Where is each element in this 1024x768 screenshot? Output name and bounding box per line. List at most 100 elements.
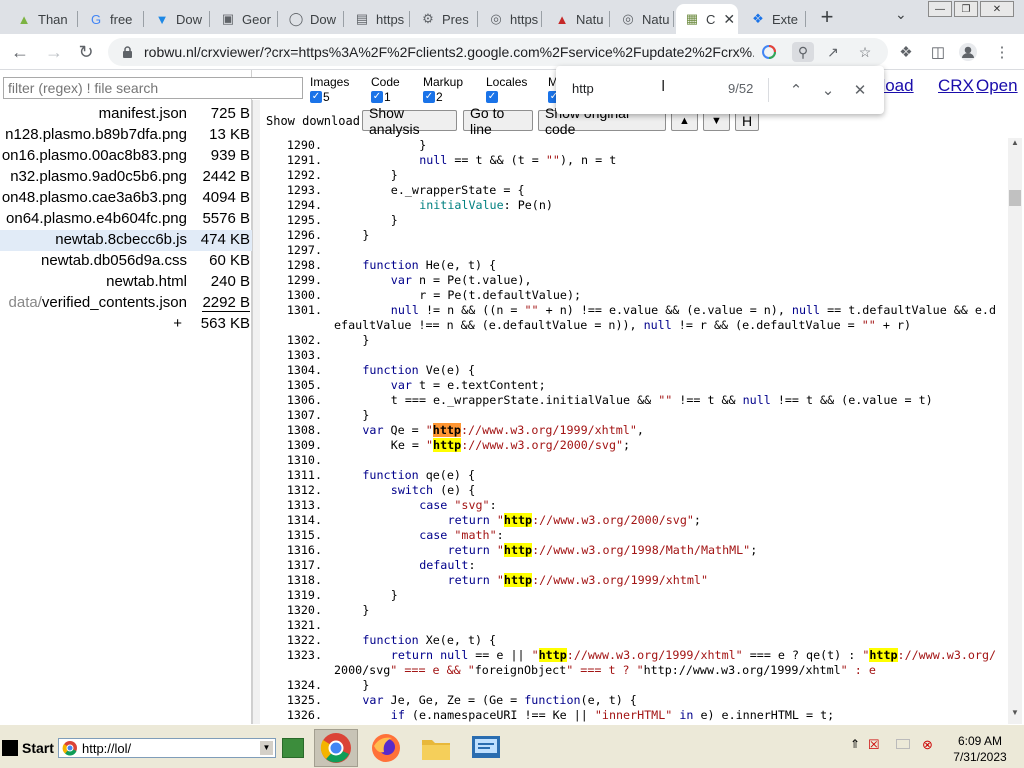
file-name: on64.plasmo.e4b604fc.png <box>6 210 187 227</box>
forward-icon[interactable]: → <box>42 40 66 64</box>
new-tab-button[interactable]: + <box>815 4 839 29</box>
volume-error-icon[interactable]: ⊗ <box>922 737 933 753</box>
code-text: t === e._wrapperState.initialValue && ""… <box>390 393 933 407</box>
file-list-item[interactable]: newtab.db056d9a.css 60 KB <box>0 251 252 272</box>
reload-icon[interactable]: ↻ <box>74 40 98 64</box>
tab-close-icon[interactable]: ✕ <box>723 11 735 28</box>
start-button[interactable]: Start <box>2 737 54 759</box>
line-number: 1316. <box>286 543 322 557</box>
find-close-icon[interactable]: ✕ <box>848 78 872 102</box>
tab-9[interactable]: ▲ Natu <box>546 4 610 34</box>
code-line: 1322. function Xe(e, t) { <box>262 633 1007 648</box>
find-in-page-icon[interactable]: ⚲ <box>792 42 814 62</box>
file-list-item[interactable]: n128.plasmo.b89b7dfa.png 13 KB <box>0 125 252 146</box>
scroll-up-arrow-icon[interactable]: ▲ <box>1009 138 1021 150</box>
code-text: return "http://www.w3.org/2000/svg"; <box>447 513 701 527</box>
display-icon[interactable] <box>896 739 910 749</box>
panel-splitter[interactable] <box>252 100 260 724</box>
tab-1[interactable]: ▲ Than <box>8 4 78 34</box>
tab-4[interactable]: ▣ Geor <box>212 4 278 34</box>
file-list-item[interactable]: on64.plasmo.e4b604fc.png 5576 B <box>0 209 252 230</box>
find-query-input[interactable]: http <box>572 81 594 96</box>
source-code-viewer[interactable]: 1290.} 1291. null == t && (t = ""), n = t1… <box>262 138 1007 724</box>
taskbar-address-bar[interactable]: http://lol/ ▼ <box>58 738 276 758</box>
locales-checkbox[interactable]: ✓ <box>486 90 498 103</box>
code-line: 1317. default: <box>262 558 1007 573</box>
tab-5[interactable]: ◯ Dow <box>280 4 344 34</box>
file-list-item[interactable]: on48.plasmo.cae3a6b3.png 4094 B <box>0 188 252 209</box>
go-button-icon[interactable] <box>282 738 304 758</box>
line-number: 1319. <box>286 588 322 602</box>
open-link[interactable]: Open <box>976 76 1018 96</box>
tray-expand-icon[interactable]: ⇑ <box>850 737 860 751</box>
code-line: 1297. <box>262 243 1007 258</box>
chrome-small-icon <box>62 741 77 756</box>
share-icon[interactable]: ↗ <box>824 43 842 61</box>
file-size: 60 KB <box>209 252 250 269</box>
find-previous-icon[interactable]: ⌃ <box>784 78 808 102</box>
tab-6[interactable]: ▤ https <box>346 4 410 34</box>
google-lens-icon[interactable] <box>760 43 778 61</box>
go-to-line-button[interactable]: Go to line <box>463 105 533 137</box>
file-list-item[interactable]: n32.plasmo.9ad0c5b6.png 2442 B <box>0 167 252 188</box>
line-number: 1293. <box>286 183 322 197</box>
show-analysis-button[interactable]: Show analysis <box>362 105 457 137</box>
menu-kebab-icon[interactable]: ⋮ <box>992 42 1012 62</box>
tab-8[interactable]: ◎ https <box>480 4 542 34</box>
option-locales[interactable]: Locales ✓ <box>486 75 527 104</box>
address-dropdown-icon[interactable]: ▼ <box>260 741 273 755</box>
tab-2[interactable]: Gfree <box>80 4 144 34</box>
show-download-label[interactable]: Show download <box>266 114 360 128</box>
file-name: n128.plasmo.b89b7dfa.png <box>5 126 187 143</box>
file-size: 2442 B <box>202 168 250 185</box>
images-checkbox[interactable]: ✓ <box>310 90 322 103</box>
crx-link[interactable]: CRX <box>938 76 974 96</box>
taskbar-clock[interactable]: 6:09 AM 7/31/2023 <box>940 733 1020 765</box>
file-filter-input[interactable] <box>3 77 303 99</box>
tab-7[interactable]: ⚙ Pres <box>412 4 478 34</box>
file-list-item[interactable]: on16.plasmo.00ac8b83.png 939 B <box>0 146 252 167</box>
markup-checkbox[interactable]: ✓ <box>423 90 435 103</box>
bookmark-star-icon[interactable]: ☆ <box>856 43 874 61</box>
network-error-icon[interactable]: ☒ <box>868 737 880 753</box>
line-number: 1290. <box>286 138 322 152</box>
file-list-item[interactable]: data/verified_contents.json 2292 B <box>0 293 252 314</box>
code-text: return null == e || "http://www.w3.org/1… <box>390 648 997 662</box>
extensions-icon[interactable]: ❖ <box>896 42 916 62</box>
taskbar-chrome-icon[interactable] <box>314 729 358 767</box>
code-checkbox[interactable]: ✓ <box>371 90 383 103</box>
crx-viewer-page: manifest.json 725 B n128.plasmo.b89b7dfa.p… <box>0 66 1024 724</box>
taskbar-app-icon[interactable] <box>464 729 508 767</box>
option-images[interactable]: Images ✓ 5 <box>310 75 349 104</box>
maximize-button[interactable]: ❐ <box>954 1 978 17</box>
address-bar[interactable]: robwu.nl/crxviewer/?crx=https%3A%2F%2Fcl… <box>108 38 888 66</box>
option-markup[interactable]: Markup ✓ 2 <box>423 75 463 104</box>
taskbar-folder-icon[interactable] <box>414 729 458 767</box>
lock-icon[interactable] <box>120 45 134 59</box>
profile-avatar-icon[interactable] <box>958 42 978 62</box>
tab-11[interactable]: ▦ C ✕ <box>676 4 738 34</box>
tab-12[interactable]: ❖ Exte <box>742 4 806 34</box>
side-panel-icon[interactable]: ◫ <box>928 42 948 62</box>
option-code[interactable]: Code ✓ 1 <box>371 75 400 104</box>
back-icon[interactable]: ← <box>8 40 32 64</box>
taskbar-firefox-icon[interactable] <box>364 729 408 767</box>
text-cursor-icon: I <box>661 78 666 95</box>
tab-3[interactable]: ▼ Dow <box>146 4 210 34</box>
file-name: n32.plasmo.9ad0c5b6.png <box>10 168 187 185</box>
puzzle-globe-icon: ◎ <box>622 11 634 26</box>
code-line: 1324.} <box>262 678 1007 693</box>
file-list-item[interactable]: newtab.html 240 B <box>0 272 252 293</box>
scroll-down-arrow-icon[interactable]: ▼ <box>1009 708 1021 720</box>
scrollbar-thumb[interactable] <box>1009 190 1021 206</box>
file-list-item[interactable]: newtab.8cbecc6b.js 474 KB <box>0 230 252 251</box>
close-window-button[interactable]: ✕ <box>980 1 1014 17</box>
tab-search-icon[interactable]: ⌄ <box>895 6 907 23</box>
code-scrollbar[interactable] <box>1008 138 1022 724</box>
find-next-icon[interactable]: ⌄ <box>816 78 840 102</box>
tab-10[interactable]: ◎ Natu <box>612 4 674 34</box>
minimize-button[interactable]: — <box>928 1 952 17</box>
code-line: 1300. r = Pe(t.defaultValue); <box>262 288 1007 303</box>
file-list-item[interactable]: manifest.json 725 B <box>0 104 252 125</box>
find-divider <box>768 78 769 102</box>
